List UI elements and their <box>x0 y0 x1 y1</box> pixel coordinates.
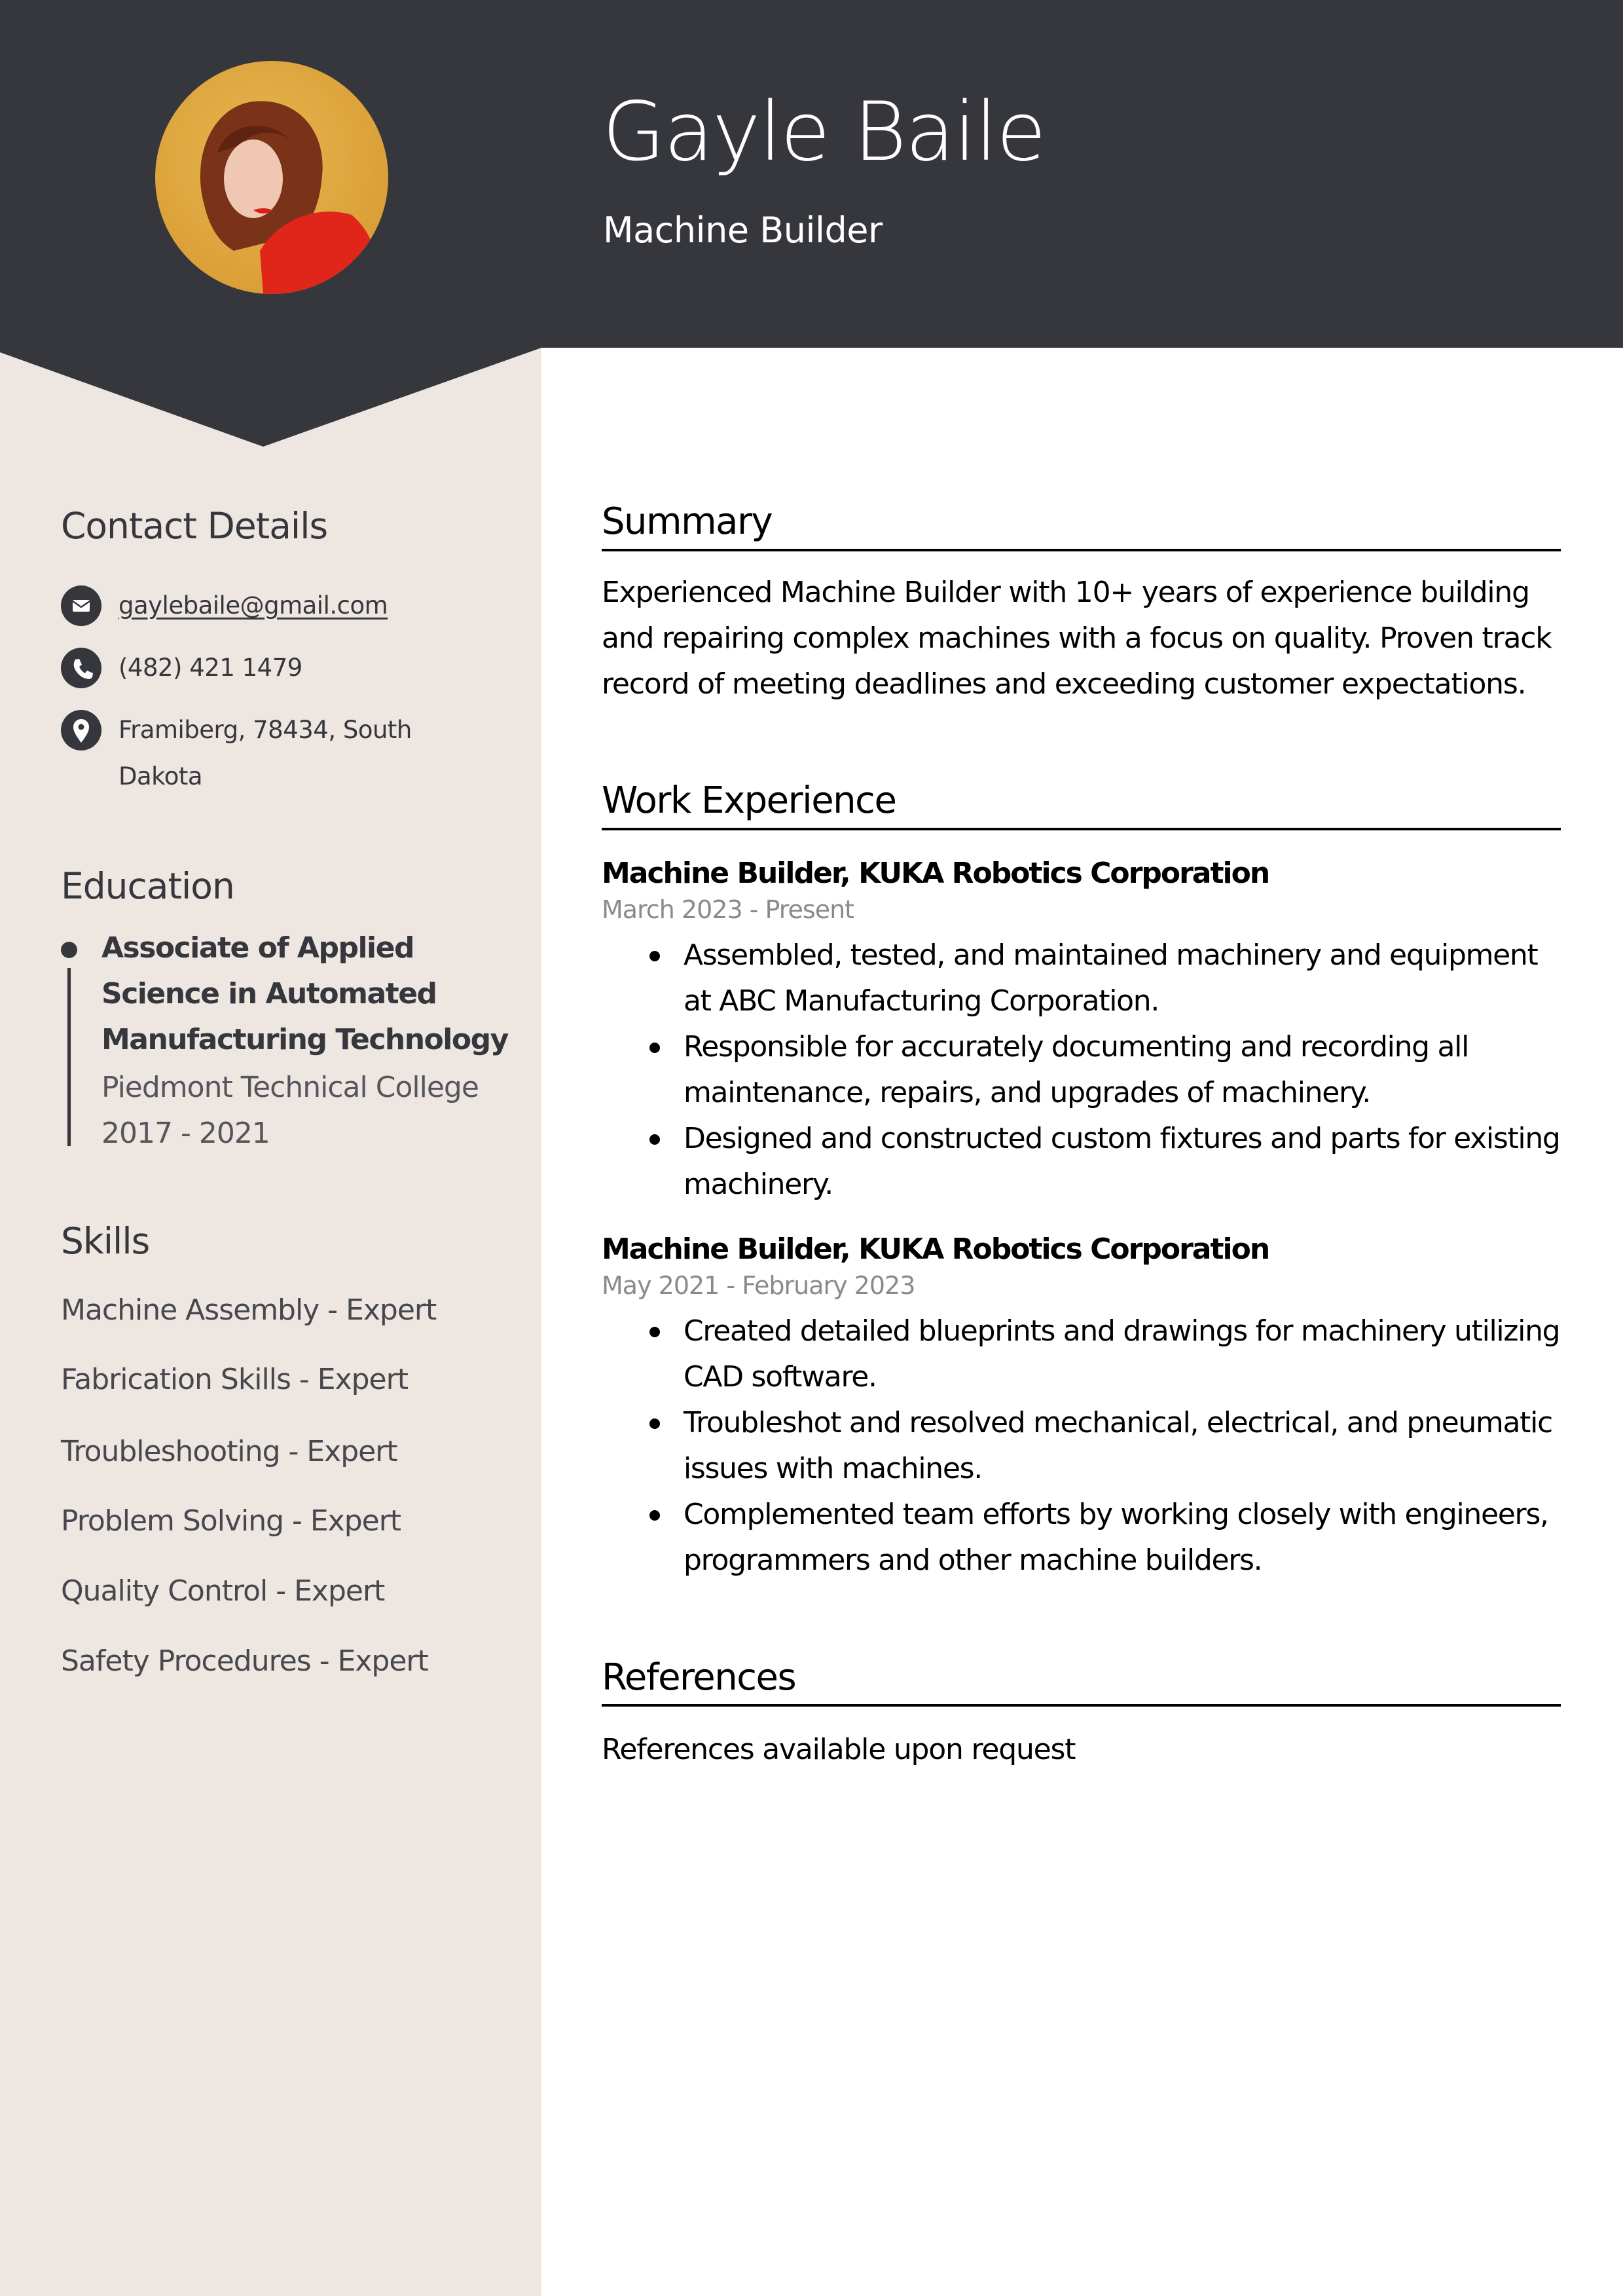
timeline-dot <box>61 942 77 958</box>
job-title: Machine Builder <box>603 210 883 251</box>
education-years: 2017 - 2021 <box>101 1117 270 1150</box>
bullet-text: Troubleshot and resolved mechanical, ele… <box>684 1406 1553 1485</box>
references-text: References available upon request <box>602 1733 1076 1766</box>
job-2-dates: May 2021 - February 2023 <box>602 1271 915 1300</box>
timeline-line <box>67 968 71 1146</box>
phone-icon <box>61 648 101 688</box>
address-line-1: Framiberg, 78434, South <box>119 716 412 744</box>
skill-item: Troubleshooting - Expert <box>61 1435 398 1468</box>
skill-item: Safety Procedures - Expert <box>61 1644 429 1678</box>
experience-rule <box>602 828 1561 830</box>
summary-rule <box>602 549 1561 551</box>
bullet-text: Responsible for accurately documenting a… <box>684 1030 1469 1109</box>
bullet-text: Designed and constructed custom fixtures… <box>684 1122 1561 1201</box>
email-link[interactable]: gaylebaile@gmail.com <box>119 582 388 629</box>
skill-item: Machine Assembly - Expert <box>61 1293 437 1327</box>
job-bullet: Troubleshot and resolved mechanical, ele… <box>649 1400 1567 1492</box>
address-line-2: Dakota <box>119 762 203 790</box>
bullet-text: Created detailed blueprints and drawings… <box>684 1314 1561 1394</box>
education-heading: Education <box>61 865 235 907</box>
bullet-text: Complemented team efforts by working clo… <box>684 1498 1549 1577</box>
skills-heading: Skills <box>61 1220 150 1262</box>
bullet-dot <box>649 951 660 961</box>
profile-photo <box>155 61 388 294</box>
job-2-title: Machine Builder, KUKA Robotics Corporati… <box>602 1232 1270 1266</box>
experience-heading: Work Experience <box>602 779 897 822</box>
bullet-dot <box>649 1327 660 1337</box>
candidate-name: Gayle Baile <box>602 85 1046 179</box>
education-degree: Associate of Applied Science in Automate… <box>101 931 509 1056</box>
bullet-text: Assembled, tested, and maintained machin… <box>684 938 1539 1018</box>
job-2-bullets: Created detailed blueprints and drawings… <box>649 1308 1567 1583</box>
bullet-dot <box>649 1043 660 1053</box>
envelope-icon <box>61 585 101 626</box>
job-1-dates: March 2023 - Present <box>602 895 854 924</box>
job-1-title: Machine Builder, KUKA Robotics Corporati… <box>602 857 1270 890</box>
bullet-dot <box>649 1510 660 1521</box>
skill-item: Problem Solving - Expert <box>61 1504 401 1538</box>
job-1-bullets: Assembled, tested, and maintained machin… <box>649 933 1567 1208</box>
contact-heading: Contact Details <box>61 505 328 547</box>
bullet-dot <box>649 1134 660 1145</box>
header-chevron <box>0 347 541 447</box>
skill-item: Quality Control - Expert <box>61 1574 385 1608</box>
references-heading: References <box>602 1656 797 1699</box>
education-school: Piedmont Technical College <box>101 1071 479 1104</box>
skill-item: Fabrication Skills - Expert <box>61 1363 409 1396</box>
summary-heading: Summary <box>602 500 773 543</box>
job-bullet: Assembled, tested, and maintained machin… <box>649 933 1567 1024</box>
phone-text: (482) 421 1479 <box>119 654 302 682</box>
job-bullet: Created detailed blueprints and drawings… <box>649 1308 1567 1400</box>
map-pin-icon <box>61 710 101 750</box>
job-bullet: Designed and constructed custom fixtures… <box>649 1116 1567 1208</box>
job-bullet: Responsible for accurately documenting a… <box>649 1024 1567 1116</box>
job-bullet: Complemented team efforts by working clo… <box>649 1492 1567 1583</box>
summary-text: Experienced Machine Builder with 10+ yea… <box>602 576 1552 701</box>
references-rule <box>602 1704 1561 1707</box>
bullet-dot <box>649 1418 660 1429</box>
